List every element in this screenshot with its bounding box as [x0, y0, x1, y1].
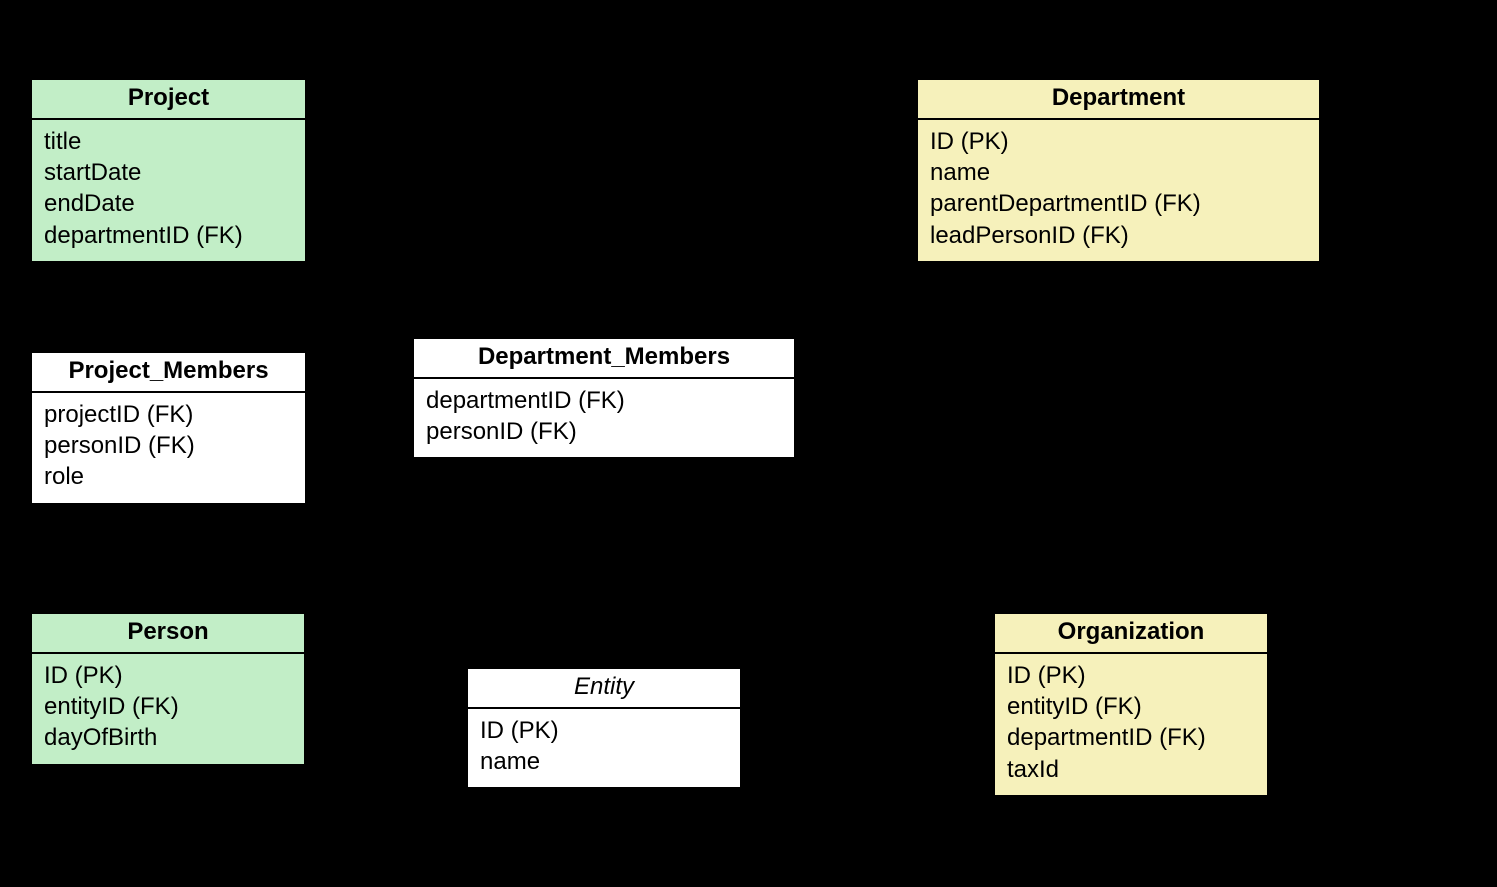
attr: name	[480, 746, 728, 777]
entity-organization-title: Organization	[995, 614, 1267, 654]
entity-person-body: ID (PK) entityID (FK) dayOfBirth	[32, 654, 304, 764]
entity-department-members: Department_Members departmentID (FK) per…	[412, 337, 796, 459]
attr: ID (PK)	[1007, 660, 1255, 691]
entity-entity-title: Entity	[468, 669, 740, 709]
attr: endDate	[44, 188, 293, 219]
attr: personID (FK)	[44, 430, 293, 461]
attr: startDate	[44, 157, 293, 188]
attr: entityID (FK)	[44, 691, 292, 722]
entity-person-title: Person	[32, 614, 304, 654]
entity-entity: Entity ID (PK) name	[466, 667, 742, 789]
attr: personID (FK)	[426, 416, 782, 447]
attr: departmentID (FK)	[426, 385, 782, 416]
attr: dayOfBirth	[44, 722, 292, 753]
entity-project-body: title startDate endDate departmentID (FK…	[32, 120, 305, 261]
entity-department: Department ID (PK) name parentDepartment…	[916, 78, 1321, 263]
attr: title	[44, 126, 293, 157]
entity-project-members-title: Project_Members	[32, 353, 305, 393]
attr: departmentID (FK)	[44, 220, 293, 251]
entity-organization-body: ID (PK) entityID (FK) departmentID (FK) …	[995, 654, 1267, 795]
attr: departmentID (FK)	[1007, 722, 1255, 753]
attr: entityID (FK)	[1007, 691, 1255, 722]
entity-person: Person ID (PK) entityID (FK) dayOfBirth	[30, 612, 306, 766]
attr: taxId	[1007, 754, 1255, 785]
entity-department-title: Department	[918, 80, 1319, 120]
attr: ID (PK)	[480, 715, 728, 746]
entity-project-members: Project_Members projectID (FK) personID …	[30, 351, 307, 505]
entity-department-body: ID (PK) name parentDepartmentID (FK) lea…	[918, 120, 1319, 261]
attr: name	[930, 157, 1307, 188]
attr: parentDepartmentID (FK)	[930, 188, 1307, 219]
entity-department-members-body: departmentID (FK) personID (FK)	[414, 379, 794, 457]
attr: projectID (FK)	[44, 399, 293, 430]
entity-organization: Organization ID (PK) entityID (FK) depar…	[993, 612, 1269, 797]
entity-project: Project title startDate endDate departme…	[30, 78, 307, 263]
attr: ID (PK)	[44, 660, 292, 691]
attr: leadPersonID (FK)	[930, 220, 1307, 251]
entity-project-members-body: projectID (FK) personID (FK) role	[32, 393, 305, 503]
entity-entity-body: ID (PK) name	[468, 709, 740, 787]
attr: role	[44, 461, 293, 492]
entity-project-title: Project	[32, 80, 305, 120]
entity-department-members-title: Department_Members	[414, 339, 794, 379]
attr: ID (PK)	[930, 126, 1307, 157]
